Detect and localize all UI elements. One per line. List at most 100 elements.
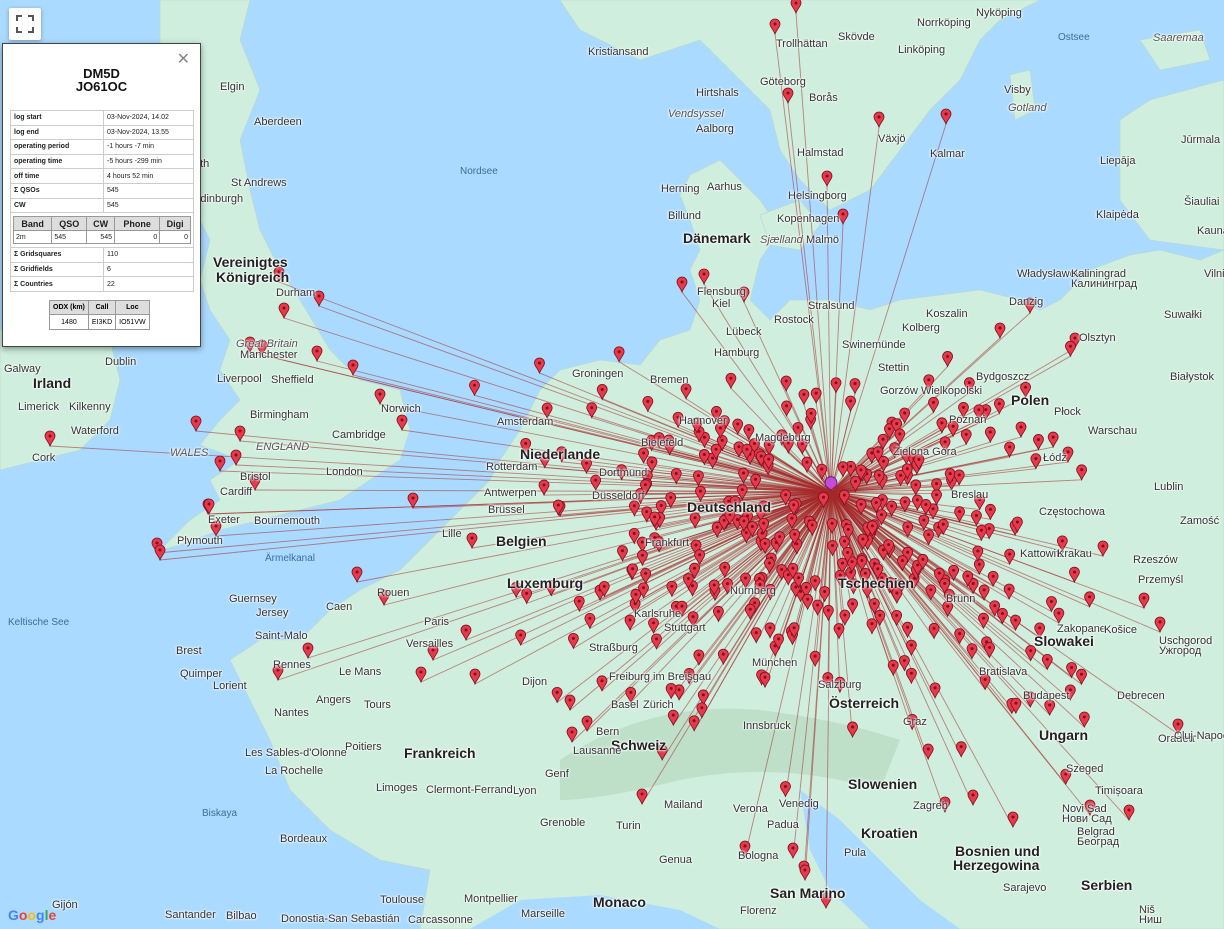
odx-header: Call xyxy=(87,300,117,315)
map-pin-dot xyxy=(645,510,649,514)
google-logo[interactable]: Google xyxy=(8,907,56,923)
map-pin-dot xyxy=(997,402,1001,406)
stats-value: 03-Nov-2024, 13.55 xyxy=(103,124,194,141)
map-pin-dot xyxy=(714,447,718,451)
stats-row: log end 03-Nov-2024, 13.55 xyxy=(10,124,194,141)
map-pin-icon[interactable] xyxy=(940,108,952,126)
map-pin-dot xyxy=(1008,445,1012,449)
map-pin-icon[interactable] xyxy=(469,379,480,397)
map-pin-dot xyxy=(628,618,632,622)
map-pin-dot xyxy=(693,566,697,570)
map-pin-dot xyxy=(585,719,589,723)
map-pin-dot xyxy=(1051,435,1055,439)
map-pin-dot xyxy=(745,447,749,451)
map-pin-dot xyxy=(650,460,654,464)
map-pin-dot xyxy=(850,560,854,564)
map-pin-dot xyxy=(752,441,756,445)
map-pin-icon[interactable] xyxy=(313,290,325,308)
map-pin-dot xyxy=(906,550,910,554)
map-pin-icon[interactable] xyxy=(676,276,688,294)
map-pin-dot xyxy=(946,604,950,608)
map-pin-dot xyxy=(1019,425,1023,429)
map-pin-dot xyxy=(889,581,893,585)
map-pin-dot xyxy=(1080,672,1084,676)
map-pin-dot xyxy=(970,647,974,651)
map-pin-dot xyxy=(700,706,704,710)
map-pin-dot xyxy=(767,561,771,565)
map-pin-dot xyxy=(777,637,781,641)
close-icon[interactable]: ✕ xyxy=(177,52,190,68)
map-pin-icon[interactable] xyxy=(210,520,222,538)
map-pin-dot xyxy=(893,446,897,450)
map-pin-icon[interactable] xyxy=(190,415,202,433)
stats-key: Σ Countries xyxy=(10,276,104,292)
map-pin-dot xyxy=(943,581,947,585)
map-pin-icon[interactable] xyxy=(407,492,419,510)
odx-cell: IO51VW xyxy=(115,314,150,330)
map-pin-dot xyxy=(155,541,159,545)
map-pin-dot xyxy=(590,406,594,410)
map-pin-dot xyxy=(876,567,880,571)
map-pin-dot xyxy=(1048,703,1052,707)
map-pin-dot xyxy=(676,415,680,419)
map-pin-dot xyxy=(825,174,829,178)
map-pin-dot xyxy=(967,381,971,385)
stats-key: Σ Gridfields xyxy=(10,261,104,278)
map-pin-dot xyxy=(903,411,907,415)
map-pin-dot xyxy=(744,531,748,535)
map-pin-icon[interactable] xyxy=(534,357,545,375)
map-pin-dot xyxy=(702,272,706,276)
map-pin-dot xyxy=(691,615,695,619)
map-pin-dot xyxy=(712,583,716,587)
map-pin-dot xyxy=(841,212,845,216)
map-pin-dot xyxy=(865,586,869,590)
map-pin-dot xyxy=(701,693,705,697)
map-pin-dot xyxy=(826,608,830,612)
map-pin-dot xyxy=(987,526,991,530)
map-pin-dot xyxy=(851,725,855,729)
map-pin-dot xyxy=(882,459,886,463)
map-pin-dot xyxy=(759,454,763,458)
map-pin-dot xyxy=(890,504,894,508)
map-pin-dot xyxy=(744,576,748,580)
map-pin-dot xyxy=(748,607,752,611)
map-pin-dot xyxy=(824,896,828,900)
map-pin-dot xyxy=(915,498,919,502)
map-pin-dot xyxy=(946,354,950,358)
map-pin-dot xyxy=(806,597,810,601)
fullscreen-button[interactable] xyxy=(9,8,41,40)
map-pin-dot xyxy=(984,408,988,412)
map-pin-dot xyxy=(977,562,981,566)
map-pin-dot xyxy=(846,527,850,531)
map-pin-dot xyxy=(671,713,675,717)
map-pin-dot xyxy=(668,443,672,447)
map-pin-dot xyxy=(860,558,864,562)
map-pin-dot xyxy=(1028,695,1032,699)
map-pin-dot xyxy=(640,553,644,557)
map-pin-dot xyxy=(659,504,663,508)
map-pin-dot xyxy=(794,585,798,589)
map-pin-dot xyxy=(895,591,899,595)
map-pin-icon[interactable] xyxy=(214,455,226,473)
map-pin-dot xyxy=(978,498,982,502)
odx-cell: 1480 xyxy=(49,314,89,330)
map-pin-icon[interactable] xyxy=(154,544,166,562)
map-pin-dot xyxy=(786,91,790,95)
map-pin-icon[interactable] xyxy=(837,208,849,226)
map-pin-dot xyxy=(851,602,855,606)
map-pin-dot xyxy=(877,473,881,477)
map-pin-dot xyxy=(813,654,817,658)
map-pin-dot xyxy=(214,524,218,528)
map-pin-dot xyxy=(853,381,857,385)
stats-value: 545 xyxy=(103,197,194,214)
map-pin-dot xyxy=(929,588,933,592)
stats-row: operating time -5 hours -299 min xyxy=(10,153,194,170)
map-pin-dot xyxy=(651,621,655,625)
map-pin-dot xyxy=(937,571,941,575)
map-pin-dot xyxy=(355,570,359,574)
map-pin-dot xyxy=(722,419,726,423)
map-pin-icon[interactable] xyxy=(351,566,363,584)
map-pin-icon[interactable] xyxy=(613,346,625,363)
map-pin-dot xyxy=(902,659,906,663)
map-pin-dot xyxy=(905,467,909,471)
